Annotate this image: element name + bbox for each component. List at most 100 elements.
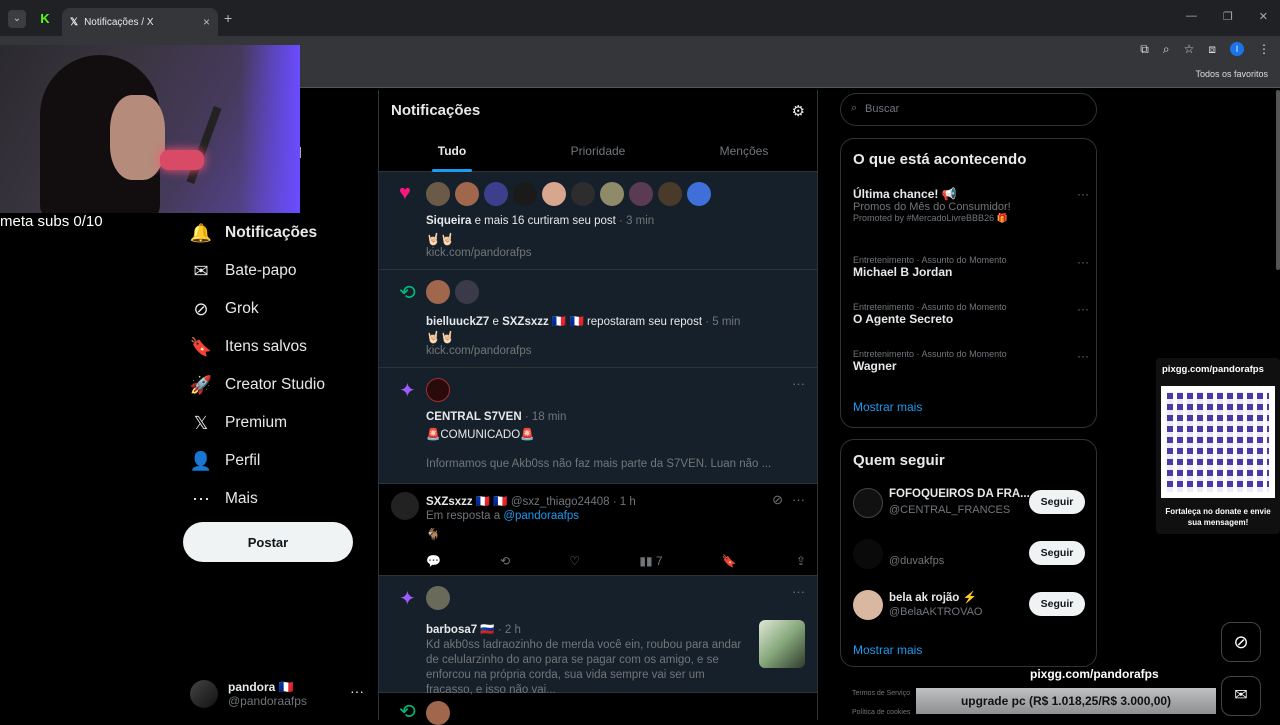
gear-icon[interactable]: ⚙ (792, 102, 805, 120)
grok-icon[interactable]: ⊘ (772, 492, 783, 508)
account-switcher[interactable]: pandora 🇫🇷 @pandoraafps ··· (190, 675, 370, 713)
notification-repost-partial[interactable]: ⟲ (379, 693, 817, 725)
sidebar-item-creator-studio[interactable]: 🚀 Creator Studio (190, 366, 360, 404)
follow-button[interactable]: Seguir (1029, 592, 1085, 616)
sidebar-item-notifications[interactable]: 🔔 Notificações (190, 214, 360, 252)
kick-tab-icon[interactable]: K (36, 10, 54, 28)
follow-button[interactable]: Seguir (1029, 541, 1085, 565)
more-dots-icon[interactable]: ··· (792, 492, 805, 507)
window-controls: — ❐ ✕ (1186, 10, 1268, 23)
messages-fab-icon[interactable]: ✉ (1221, 676, 1261, 716)
post-link[interactable]: kick.com/pandorafps (426, 345, 531, 357)
more-dots-icon[interactable]: ··· (1077, 349, 1089, 363)
sidebar-item-bookmarks[interactable]: 🔖 Itens salvos (190, 328, 360, 366)
trend-item[interactable]: Entretenimento · Assunto do Momento Wagn… (853, 349, 1089, 373)
restore-icon[interactable]: ❐ (1223, 10, 1233, 23)
user-name[interactable]: bielluuckZ7 (426, 316, 489, 328)
user-name[interactable]: SXZsxzz 🇫🇷 🇫🇷 (502, 316, 584, 328)
sidebar-item-premium[interactable]: 𝕏 Premium (190, 404, 360, 442)
avatar[interactable] (391, 492, 419, 520)
user-name[interactable]: SXZsxzz 🇫🇷 🇫🇷 (426, 496, 508, 508)
avatar[interactable] (484, 182, 508, 206)
zoom-icon[interactable]: ⌕ (1163, 42, 1170, 57)
reply-prefix: Em resposta a (426, 510, 504, 522)
avatar[interactable] (658, 182, 682, 206)
avatar[interactable] (629, 182, 653, 206)
cast-icon[interactable]: ⧉ (1140, 42, 1149, 57)
footer-link[interactable]: Termos de Serviço (852, 684, 910, 703)
more-dots-icon[interactable]: ··· (1077, 187, 1089, 201)
avatar[interactable] (426, 280, 450, 304)
search-input[interactable]: ⌕ Buscar (840, 93, 1097, 126)
notification-like[interactable]: ♥ Siqueira e mais 16 curtiram seu post ·… (379, 172, 817, 270)
avatar[interactable] (426, 378, 450, 402)
more-dots-icon[interactable]: ··· (1077, 302, 1089, 316)
more-dots-icon[interactable]: ··· (792, 376, 805, 391)
close-window-icon[interactable]: ✕ (1259, 10, 1268, 23)
footer-link[interactable]: Política de cookies (852, 703, 910, 722)
profile-icon[interactable]: l (1230, 42, 1244, 56)
close-tab-icon[interactable]: × (203, 15, 210, 29)
avatar[interactable] (571, 182, 595, 206)
avatar[interactable] (687, 182, 711, 206)
share-icon[interactable]: ⇪ (796, 554, 806, 568)
suggested-account[interactable]: FOFOQUEIROS DA FRA... @CENTRAL_FRANCES S… (853, 486, 1085, 522)
avatar[interactable] (455, 280, 479, 304)
sidebar-item-chat[interactable]: ✉ Bate-papo (190, 252, 360, 290)
notification-reply-2[interactable]: ✦ ··· barbosa7 🇷🇺 · 2 h Kd akb0ss ladrao… (379, 576, 817, 696)
trend-item[interactable]: Última chance! 📢 Promos do Mês do Consum… (853, 187, 1089, 224)
avatar[interactable] (455, 182, 479, 206)
views-count[interactable]: ▮▮ 7 (639, 554, 662, 568)
tab-mentions[interactable]: Menções (671, 140, 817, 172)
user-name[interactable]: Siqueira (426, 215, 471, 227)
avatar[interactable] (426, 586, 450, 610)
bookmark-icon[interactable]: 🔖 (722, 554, 737, 568)
notification-repost[interactable]: ⟲ bielluuckZ7 e SXZsxzz 🇫🇷 🇫🇷 repostaram… (379, 270, 817, 368)
extensions-icon[interactable]: ⧈ (1208, 42, 1216, 57)
suggested-account[interactable]: @duvakfps Seguir (853, 537, 1085, 573)
media-thumbnail[interactable] (759, 620, 805, 668)
avatar[interactable] (426, 701, 450, 725)
follow-button[interactable]: Seguir (1029, 490, 1085, 514)
reply-mention[interactable]: @pandoraafps (503, 510, 579, 522)
reply-icon[interactable]: 💬 (426, 554, 441, 568)
sidebar-item-grok[interactable]: ⊘ Grok (190, 290, 360, 328)
star-icon[interactable]: ☆ (1184, 42, 1195, 57)
tab-search-button[interactable]: ⌄ (8, 10, 26, 28)
avatar[interactable] (600, 182, 624, 206)
more-dots-icon[interactable]: ··· (792, 584, 805, 599)
trend-item[interactable]: Entretenimento · Assunto do Momento O Ag… (853, 302, 1089, 326)
user-name[interactable]: CENTRAL S7VEN (426, 411, 522, 423)
browser-tab-active[interactable]: 𝕏 Notificações / X × (62, 8, 218, 36)
qr-caption: Fortaleça no donate e envie sua mensagem… (1165, 507, 1271, 527)
tab-all[interactable]: Tudo (379, 140, 525, 172)
post-link[interactable]: kick.com/pandorafps (426, 247, 531, 259)
show-more-link[interactable]: Mostrar mais (853, 400, 922, 414)
kebab-menu-icon[interactable]: ⋮ (1258, 42, 1270, 57)
post-button[interactable]: Postar (183, 522, 353, 562)
sparkle-icon: ✦ (399, 380, 416, 402)
retweet-icon[interactable]: ⟲ (500, 554, 510, 568)
notification-community-post[interactable]: ✦ ··· CENTRAL S7VEN · 18 min 🚨COMUNICADO… (379, 368, 817, 484)
all-bookmarks[interactable]: Todos os favoritos (1195, 69, 1268, 79)
grok-fab-icon[interactable]: ⊘ (1221, 622, 1261, 662)
footer-links: Termos de Serviço Política de cookies (852, 684, 910, 722)
account-handle: @CENTRAL_FRANCES (889, 504, 1011, 516)
trend-item[interactable]: Entretenimento · Assunto do Momento Mich… (853, 255, 1089, 279)
avatar[interactable] (513, 182, 537, 206)
tab-priority[interactable]: Prioridade (525, 140, 671, 172)
more-dots-icon[interactable]: ··· (1077, 255, 1089, 269)
sidebar-item-profile[interactable]: 👤 Perfil (190, 442, 360, 480)
notification-reply[interactable]: ⊘ ··· SXZsxzz 🇫🇷 🇫🇷 @sxz_thiago24408 · 1… (379, 484, 817, 576)
avatar[interactable] (542, 182, 566, 206)
suggested-account[interactable]: bela ak rojão ⚡ @BelaAKTROVAO Seguir (853, 588, 1085, 624)
more-dots-icon[interactable]: ··· (350, 683, 364, 699)
show-more-link[interactable]: Mostrar mais (853, 643, 922, 657)
user-name[interactable]: barbosa7 🇷🇺 (426, 624, 495, 636)
sidebar-item-more[interactable]: ⋯ Mais (190, 480, 360, 518)
new-tab-icon[interactable]: + (224, 10, 232, 26)
avatar[interactable] (426, 182, 450, 206)
minimize-icon[interactable]: — (1186, 10, 1197, 23)
like-icon[interactable]: ♡ (569, 554, 580, 568)
page-scrollbar[interactable] (1276, 90, 1280, 270)
